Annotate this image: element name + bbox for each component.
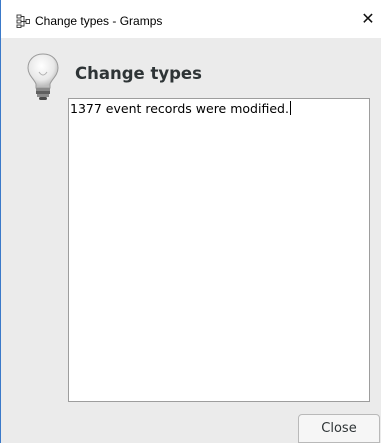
lightbulb-icon (27, 53, 59, 100)
change-types-dialog: Change types - Gramps ✕ Change types 137… (0, 0, 381, 443)
dialog-heading: Change types (75, 64, 202, 83)
close-button[interactable]: Close (298, 414, 380, 443)
result-message: 1377 event records were modified. (70, 101, 289, 116)
text-caret (289, 101, 291, 115)
result-text-area[interactable]: 1377 event records were modified. (68, 98, 370, 402)
title-bar[interactable]: Change types - Gramps ✕ (1, 0, 381, 38)
gramps-tree-icon (16, 14, 30, 28)
window-title: Change types - Gramps (35, 14, 163, 28)
window-close-icon[interactable]: ✕ (358, 8, 378, 30)
